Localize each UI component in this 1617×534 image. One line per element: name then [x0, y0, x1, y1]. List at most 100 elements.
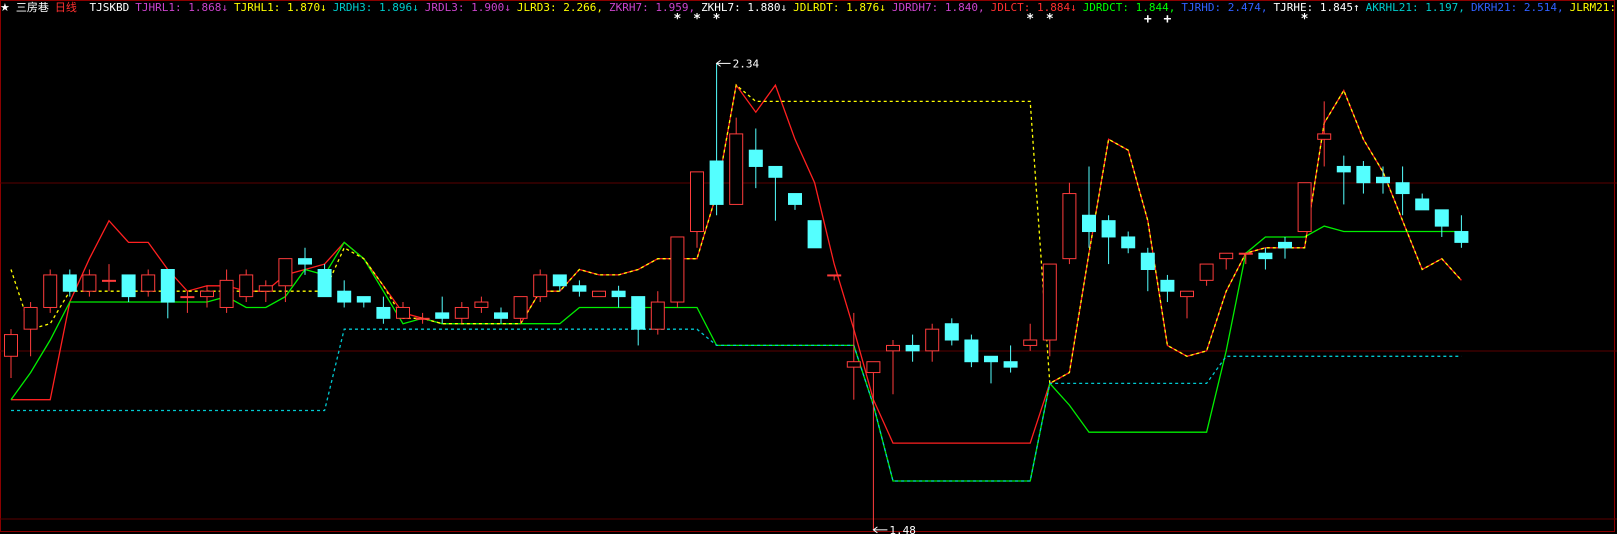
- price-annotation: 1.48: [872, 524, 916, 534]
- candle-body: [1356, 165, 1371, 184]
- candlestick: [1140, 247, 1155, 292]
- candlestick: [1336, 155, 1351, 205]
- candle-body: [1395, 182, 1410, 195]
- candle-body: [964, 339, 979, 363]
- candlestick: [886, 340, 900, 395]
- candle-body: [631, 296, 646, 330]
- star-icon[interactable]: ★: [0, 1, 10, 14]
- period-label[interactable]: 日线: [55, 1, 77, 14]
- candle-body: [788, 193, 802, 205]
- candlestick: [1258, 247, 1273, 270]
- candlestick: [239, 269, 254, 303]
- candlestick: [1101, 215, 1116, 265]
- candlestick: [650, 291, 665, 335]
- candlestick: [807, 220, 822, 249]
- candle-body: [729, 133, 744, 205]
- candlestick: [748, 128, 763, 189]
- candlestick: [1062, 182, 1077, 265]
- candle-body: [1101, 220, 1116, 238]
- candlestick: [709, 63, 724, 216]
- candlestick: [494, 307, 508, 324]
- candlestick: [454, 302, 469, 324]
- candlestick: [1219, 252, 1234, 270]
- indicator-readout: JLRM21: 2.514,: [1569, 1, 1617, 14]
- candlestick: [43, 269, 58, 313]
- indicator-name: TJSKBD: [89, 1, 130, 14]
- candlestick: [631, 296, 646, 346]
- price-annotation: 2.34: [715, 57, 760, 70]
- candle-body: [944, 323, 959, 341]
- candlestick: [905, 334, 920, 362]
- candle-body: [886, 344, 900, 352]
- candle-body: [141, 274, 156, 292]
- indicator-readout: AKRHL21: 1.197,: [1365, 1, 1465, 14]
- candlestick: [474, 296, 489, 313]
- candle-body: [984, 355, 998, 363]
- indicator-readout: JDLCT: 1.884↓: [990, 1, 1077, 14]
- candlestick: [1082, 166, 1096, 248]
- candlestick: [1180, 290, 1194, 319]
- candle-body: [533, 274, 548, 298]
- candle-body: [827, 274, 842, 277]
- candle-body: [1376, 176, 1390, 184]
- candle-body: [807, 220, 822, 249]
- candle-body: [1062, 193, 1077, 260]
- candle-body: [317, 269, 332, 298]
- indicator-line: [11, 328, 1462, 482]
- candlestick: [23, 302, 38, 357]
- candle-body: [474, 301, 489, 308]
- indicator-readout: JDLRDT: 1.876↓: [793, 1, 886, 14]
- candlestick: [1003, 345, 1018, 373]
- candle-body: [1023, 339, 1038, 346]
- candlestick: [200, 285, 214, 308]
- candlestick: [219, 269, 234, 313]
- candlestick: [317, 264, 332, 298]
- candle-body: [494, 312, 508, 319]
- candle-body: [1219, 252, 1234, 260]
- stock-name[interactable]: 三房巷: [16, 1, 49, 14]
- candlestick: [1121, 231, 1136, 254]
- candlestick: [1434, 209, 1449, 237]
- candlestick: [258, 280, 273, 303]
- candle-body: [1082, 214, 1096, 233]
- candle-body: [1042, 263, 1057, 341]
- price-chart[interactable]: * * * * * + + * 2.341.48: [0, 0, 1617, 534]
- candlestick: [552, 274, 567, 292]
- candle-body: [1180, 290, 1194, 298]
- annotation-label: 2.34: [733, 57, 760, 70]
- candlestick: [866, 361, 881, 530]
- candle-body: [62, 274, 77, 292]
- candle-body: [1238, 252, 1253, 255]
- candle-body: [650, 301, 665, 330]
- candlestick: [611, 285, 626, 308]
- candle-body: [200, 290, 214, 298]
- candle-body: [1434, 209, 1449, 227]
- candlestick: [337, 280, 352, 308]
- candle-body: [1297, 182, 1312, 233]
- candle-body: [258, 285, 273, 292]
- candle-body: [337, 290, 352, 303]
- candlestick: [925, 323, 940, 362]
- candle-body: [102, 279, 116, 282]
- candlestick: [670, 236, 685, 308]
- candlestick: [82, 269, 97, 297]
- candle-body: [121, 274, 136, 298]
- candle-body: [748, 149, 763, 167]
- indicator-readout: TJHRL1: 1.868↓: [135, 1, 228, 14]
- candle-body: [82, 274, 97, 292]
- candle-body: [23, 306, 38, 330]
- candlestick: [278, 258, 293, 303]
- price-annotations: 2.34 1.48: [715, 57, 916, 534]
- candlestick: [1160, 274, 1175, 303]
- candle-body: [415, 317, 430, 320]
- candlestick: [944, 318, 959, 346]
- indicator-readout: TJRHD: 2.474,: [1181, 1, 1268, 14]
- candlestick: [846, 312, 861, 400]
- indicator-header: ★ 三房巷 日线 TJSKBD TJHRL1: 1.868↓ TJRHL1: 1.870…: [0, 0, 1617, 16]
- candle-body: [454, 306, 469, 319]
- candle-body: [4, 334, 18, 357]
- candle-body: [690, 171, 704, 233]
- candle-body: [592, 290, 606, 298]
- candlestick: [1356, 161, 1371, 194]
- candlestick: [1454, 215, 1469, 248]
